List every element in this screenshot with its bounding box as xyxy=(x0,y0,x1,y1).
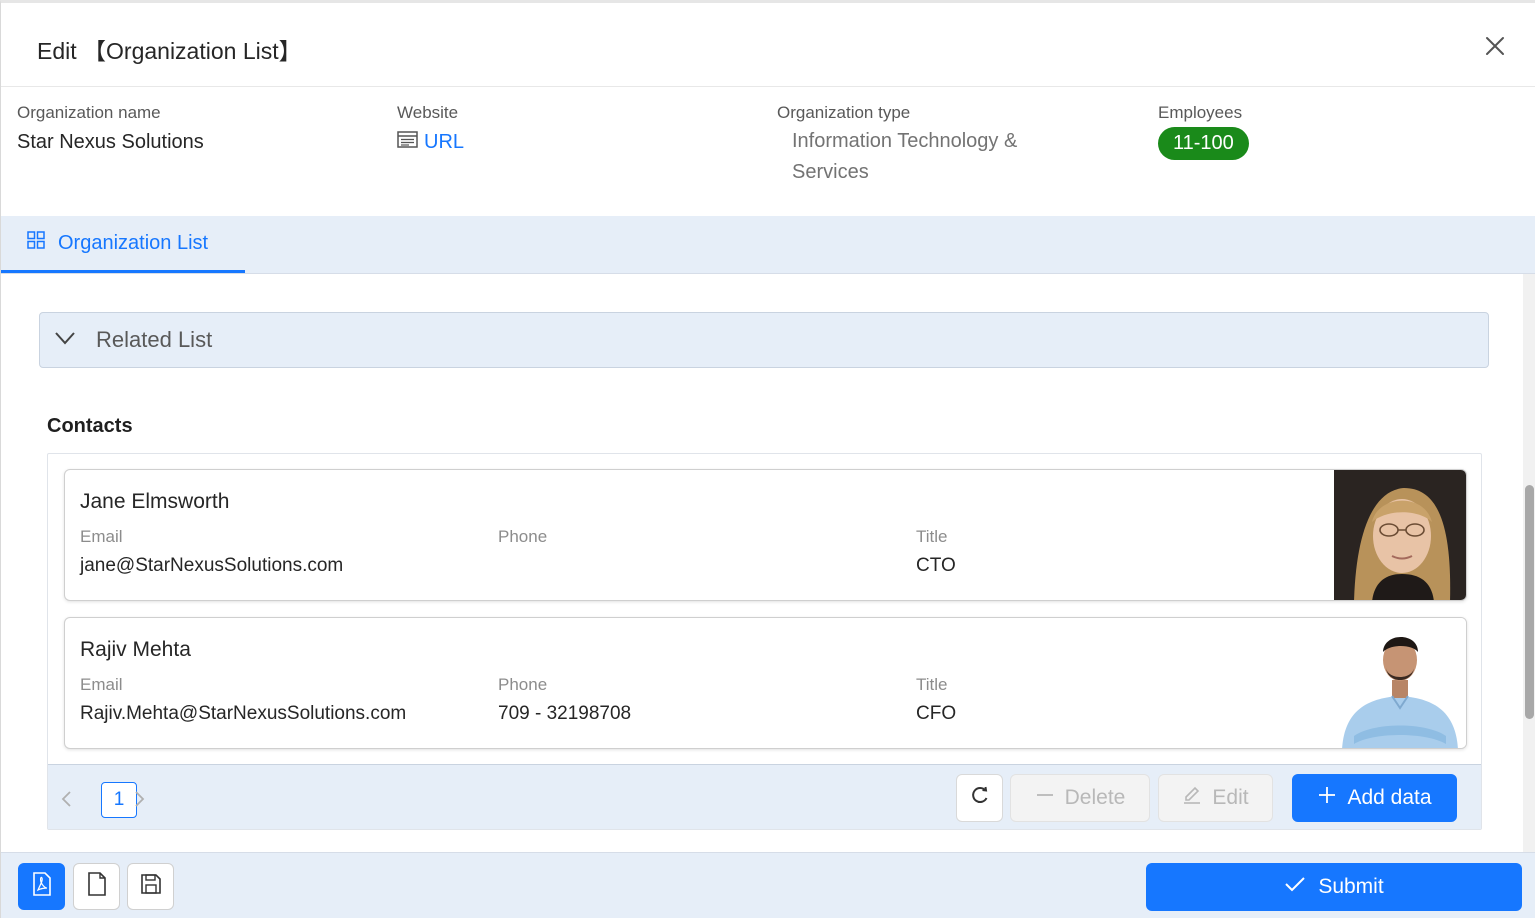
org-type-field: Organization type Information Technology… xyxy=(777,103,1072,188)
phone-label: Phone xyxy=(498,675,548,694)
related-list-label: Related List xyxy=(96,327,213,352)
minus-icon xyxy=(1035,785,1055,811)
modal-footer: Submit xyxy=(1,852,1535,918)
contact-name: Jane Elmsworth xyxy=(80,490,230,513)
email-value: Rajiv.Mehta@StarNexusSolutions.com xyxy=(80,703,407,724)
contact-title-field: Title CFO xyxy=(916,675,956,725)
org-name-label: Organization name xyxy=(17,103,161,122)
title-value: CFO xyxy=(916,703,957,724)
modal-header: Edit 【Organization List】 xyxy=(1,3,1535,87)
website-field: Website URL xyxy=(397,103,464,154)
grid-icon xyxy=(26,230,46,256)
refresh-icon xyxy=(969,784,991,812)
plus-icon xyxy=(1317,785,1337,811)
employees-field: Employees 11-100 xyxy=(1158,103,1249,160)
website-link-text: URL xyxy=(424,131,465,153)
pencil-icon xyxy=(1182,785,1202,811)
contacts-title: Contacts xyxy=(47,415,133,437)
contact-phone-field: Phone 709 - 32198708 xyxy=(498,675,631,725)
checkmark-icon xyxy=(1284,875,1306,899)
title-value: CTO xyxy=(916,555,956,576)
refresh-button[interactable] xyxy=(956,774,1003,822)
title-label: Title xyxy=(916,675,948,694)
content-area: Related List Contacts Jane Elmsworth Ema… xyxy=(1,274,1523,852)
scrollbar-thumb[interactable] xyxy=(1525,485,1534,719)
pagination-bar: 1 Delete Edit Add data xyxy=(48,764,1481,829)
employees-label: Employees xyxy=(1158,103,1243,122)
edit-button[interactable]: Edit xyxy=(1158,774,1273,822)
org-name-field: Organization name Star Nexus Solutions xyxy=(17,103,204,154)
edit-label: Edit xyxy=(1212,786,1249,809)
email-value: jane@StarNexusSolutions.com xyxy=(80,555,344,576)
tab-bar: Organization List xyxy=(1,216,1535,274)
close-icon[interactable] xyxy=(1481,32,1509,60)
submit-button[interactable]: Submit xyxy=(1146,863,1522,911)
contact-name: Rajiv Mehta xyxy=(80,638,191,661)
chevron-down-icon xyxy=(54,331,76,350)
org-name-value: Star Nexus Solutions xyxy=(17,131,204,153)
add-data-label: Add data xyxy=(1347,786,1432,809)
phone-value: 709 - 32198708 xyxy=(498,703,632,724)
save-draft-button[interactable] xyxy=(127,863,174,910)
submit-label: Submit xyxy=(1318,875,1384,898)
website-label: Website xyxy=(397,103,459,122)
org-type-label: Organization type xyxy=(777,103,911,122)
chevron-right-icon[interactable] xyxy=(131,789,147,809)
email-label: Email xyxy=(80,675,123,694)
contact-photo xyxy=(1334,470,1466,600)
contact-email-field: Email Rajiv.Mehta@StarNexusSolutions.com xyxy=(80,675,406,725)
contact-card[interactable]: Jane Elmsworth Email jane@StarNexusSolut… xyxy=(64,469,1467,601)
contact-email-field: Email jane@StarNexusSolutions.com xyxy=(80,527,343,577)
employees-badge: 11-100 xyxy=(1158,127,1249,160)
save-icon xyxy=(140,873,162,900)
email-label: Email xyxy=(80,527,123,546)
contact-title-field: Title CTO xyxy=(916,527,956,577)
title-label: Title xyxy=(916,527,948,546)
contact-phone-field: Phone xyxy=(498,527,547,555)
delete-button[interactable]: Delete xyxy=(1010,774,1150,822)
pdf-export-button[interactable] xyxy=(18,863,65,910)
web-page-icon xyxy=(397,131,418,154)
file-icon xyxy=(87,872,107,901)
org-type-value: Information Technology & Services xyxy=(792,130,1018,183)
contacts-list: Jane Elmsworth Email jane@StarNexusSolut… xyxy=(47,453,1482,830)
tab-label: Organization List xyxy=(58,231,209,254)
modal-title: Edit 【Organization List】 xyxy=(37,38,302,64)
related-list-header[interactable]: Related List xyxy=(39,312,1489,368)
phone-label: Phone xyxy=(498,527,548,546)
delete-label: Delete xyxy=(1064,786,1126,809)
contact-card[interactable]: Rajiv Mehta Email Rajiv.Mehta@StarNexusS… xyxy=(64,617,1467,749)
pdf-file-icon xyxy=(32,872,52,901)
document-button[interactable] xyxy=(73,863,120,910)
edit-modal: Edit 【Organization List】 Organization na… xyxy=(0,0,1535,918)
website-link[interactable]: URL xyxy=(397,131,464,154)
tab-organization-list[interactable]: Organization List xyxy=(1,216,245,273)
contact-photo xyxy=(1334,618,1466,748)
add-data-button[interactable]: Add data xyxy=(1292,774,1457,822)
chevron-left-icon[interactable] xyxy=(59,789,75,809)
